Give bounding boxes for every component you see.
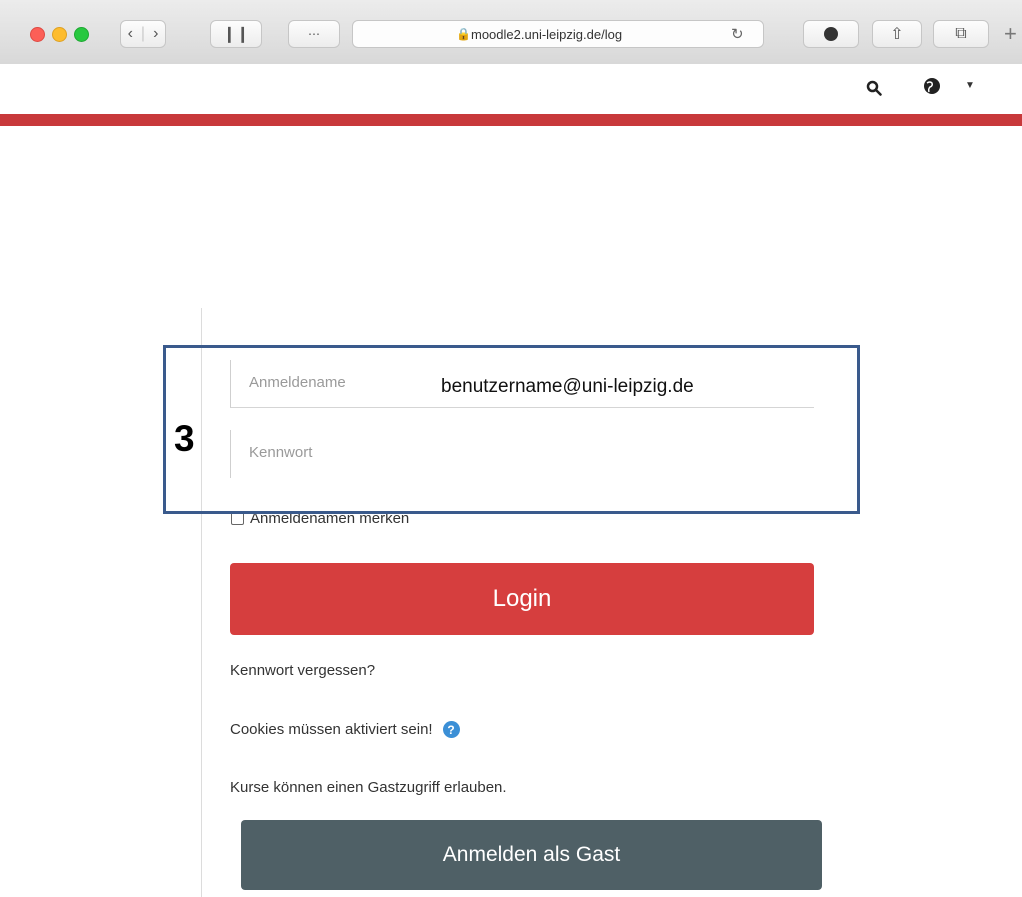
- chevron-right-icon[interactable]: ›: [153, 25, 158, 43]
- password-placeholder: Kennwort: [249, 444, 313, 461]
- sidebar-button[interactable]: ❙❙: [210, 20, 262, 48]
- header-accent-bar: [0, 114, 1022, 126]
- username-placeholder: Anmeldename: [249, 374, 346, 391]
- tabs-button[interactable]: ⧉: [933, 20, 989, 48]
- chevron-left-icon[interactable]: ‹: [128, 25, 133, 43]
- remember-checkbox[interactable]: [231, 512, 244, 525]
- privacy-button[interactable]: [803, 20, 859, 48]
- shield-icon: [824, 27, 838, 41]
- cookies-text: Cookies müssen aktiviert sein!: [230, 721, 433, 738]
- guest-access-text: Kurse können einen Gastzugriff erlauben.: [230, 779, 507, 796]
- close-window-button[interactable]: [30, 27, 45, 42]
- password-field[interactable]: Kennwort: [230, 430, 814, 478]
- zoom-window-button[interactable]: [74, 27, 89, 42]
- sidebar-icon: ❙❙: [222, 26, 250, 43]
- share-icon: ⇧: [890, 26, 904, 43]
- remember-label: Anmeldenamen merken: [250, 510, 410, 527]
- username-value[interactable]: benutzername@uni-leipzig.de: [441, 376, 694, 398]
- top-sites-button[interactable]: ⋯: [288, 20, 340, 48]
- reload-icon[interactable]: ↻: [731, 25, 744, 43]
- browser-toolbar: ‹ | › ❙❙ ⋯ ☰ 🔒 moodle2.uni-leipzig.de/lo…: [0, 0, 1022, 65]
- globe-icon[interactable]: [923, 77, 941, 95]
- remember-username[interactable]: Anmeldenamen merken: [231, 510, 409, 527]
- column-divider: [201, 308, 202, 897]
- login-button[interactable]: Login: [230, 563, 814, 635]
- lock-icon: 🔒: [456, 27, 471, 41]
- address-url[interactable]: moodle2.uni-leipzig.de/log: [471, 27, 622, 42]
- new-tab-button[interactable]: +: [1004, 20, 1022, 48]
- grid-icon: ⋯: [308, 27, 320, 41]
- guest-login-button[interactable]: Anmelden als Gast: [241, 820, 822, 890]
- annotation-step-number: 3: [174, 418, 195, 459]
- help-icon[interactable]: ?: [442, 721, 460, 738]
- username-field[interactable]: Anmeldename benutzername@uni-leipzig.de: [230, 360, 814, 408]
- cookies-notice: Cookies müssen aktiviert sein! ?: [230, 721, 460, 738]
- tabs-icon: ⧉: [955, 25, 967, 42]
- address-bar[interactable]: 🔒 moodle2.uni-leipzig.de/log ↻: [352, 20, 764, 48]
- forgot-password-link[interactable]: Kennwort vergessen?: [230, 662, 375, 679]
- search-icon[interactable]: [866, 80, 882, 96]
- caret-down-icon[interactable]: ▼: [965, 80, 975, 91]
- share-button[interactable]: ⇧: [872, 20, 922, 48]
- back-forward-buttons[interactable]: ‹ | ›: [120, 20, 166, 48]
- minimize-window-button[interactable]: [52, 27, 67, 42]
